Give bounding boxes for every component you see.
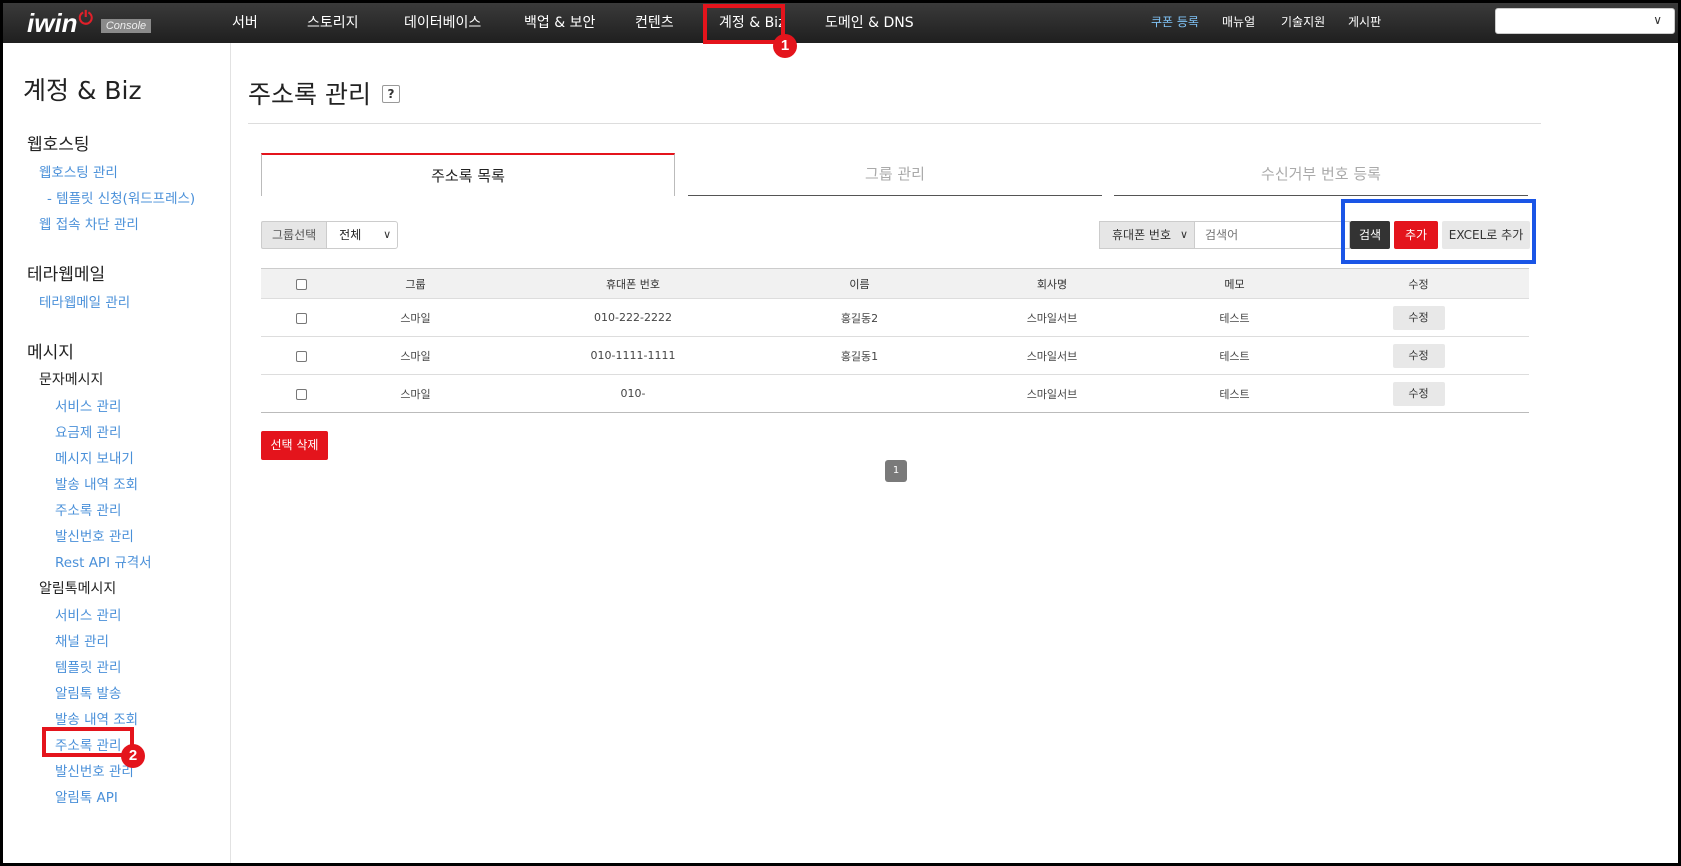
header-name: 이름 xyxy=(776,268,943,299)
highlight-sidebar-addressbook xyxy=(42,727,134,757)
delete-selected-button[interactable]: 선택 삭제 xyxy=(261,431,328,460)
sidebar-item-webhosting-manage[interactable]: 웹호스팅 관리 xyxy=(39,161,118,181)
select-all-checkbox[interactable] xyxy=(295,278,307,290)
nav-storage[interactable]: 스토리지 xyxy=(307,3,359,43)
nav-server[interactable]: 서버 xyxy=(232,3,258,43)
help-icon[interactable]: ? xyxy=(382,85,400,103)
tab-reject-number[interactable]: 수신거부 번호 등록 xyxy=(1114,153,1528,196)
table-row: 스마일 010-1111-1111 홍길동1 스마일서브 테스트 수정 xyxy=(261,336,1529,375)
pagination-page-1[interactable]: 1 xyxy=(885,460,907,482)
header-company: 회사명 xyxy=(943,268,1161,299)
board-link[interactable]: 게시판 xyxy=(1348,3,1381,43)
sidebar-sub-sms: 문자메시지 xyxy=(39,372,104,388)
cell-company: 스마일서브 xyxy=(943,336,1161,375)
sidebar-item-sms-service[interactable]: 서비스 관리 xyxy=(55,395,121,415)
row-checkbox[interactable] xyxy=(295,312,307,324)
group-filter-label: 그룹선택 xyxy=(261,221,327,249)
sidebar-item-alimtalk-channel[interactable]: 채널 관리 xyxy=(55,630,109,650)
table-header-row: 그룹 휴대폰 번호 이름 회사명 메모 수정 xyxy=(261,268,1529,299)
nav-domain-dns[interactable]: 도메인 & DNS xyxy=(825,3,914,43)
cell-company: 스마일서브 xyxy=(943,374,1161,413)
chevron-down-icon: ∨ xyxy=(1653,13,1662,27)
chevron-down-icon: ∨ xyxy=(1179,228,1188,241)
cell-memo: 테스트 xyxy=(1161,374,1308,413)
cell-name xyxy=(776,374,943,413)
select-all-cell xyxy=(261,268,341,299)
sidebar-item-alimtalk-history[interactable]: 발송 내역 조회 xyxy=(55,708,138,728)
group-filter: 그룹선택 전체 ∨ xyxy=(261,221,399,249)
header-memo: 메모 xyxy=(1161,268,1308,299)
sidebar-item-sms-send[interactable]: 메시지 보내기 xyxy=(55,447,134,467)
table-row: 스마일 010- 스마일서브 테스트 수정 xyxy=(261,374,1529,413)
sidebar-heading-terramail: 테라웹메일 xyxy=(27,265,106,285)
group-filter-value: 전체 xyxy=(339,228,362,242)
cell-group: 스마일 xyxy=(341,336,490,375)
top-navigation-bar: iwin ⏻ Console 서버 스토리지 데이터베이스 백업 & 보안 컨텐… xyxy=(3,3,1678,43)
sidebar-item-sms-history[interactable]: 발송 내역 조회 xyxy=(55,473,138,493)
search-field-select[interactable]: 휴대폰 번호 ∨ xyxy=(1099,221,1195,249)
nav-backup-security[interactable]: 백업 & 보안 xyxy=(524,3,595,43)
app-frame: iwin ⏻ Console 서버 스토리지 데이터베이스 백업 & 보안 컨텐… xyxy=(3,3,1678,863)
coupon-register-link[interactable]: 쿠폰 등록 xyxy=(1151,3,1199,43)
tab-group-manage[interactable]: 그룹 관리 xyxy=(688,153,1102,196)
edit-button[interactable]: 수정 xyxy=(1392,381,1445,406)
table-row: 스마일 010-222-2222 홍길동2 스마일서브 테스트 수정 xyxy=(261,298,1529,337)
cell-phone: 010- xyxy=(490,374,776,413)
row-checkbox[interactable] xyxy=(295,350,307,362)
edit-button[interactable]: 수정 xyxy=(1392,305,1445,330)
row-checkbox[interactable] xyxy=(295,388,307,400)
cell-company: 스마일서브 xyxy=(943,298,1161,337)
manual-link[interactable]: 매뉴얼 xyxy=(1222,3,1255,43)
header-group: 그룹 xyxy=(341,268,490,299)
sidebar-item-sms-plan[interactable]: 요금제 관리 xyxy=(55,421,121,441)
highlight-action-buttons xyxy=(1341,199,1536,264)
logo-text: iwin xyxy=(27,7,78,38)
main-content: 주소록 관리 ? 주소록 목록 그룹 관리 수신거부 번호 등록 그룹선택 전체… xyxy=(232,43,1678,863)
console-badge: Console xyxy=(100,19,152,33)
sidebar-item-terramail-manage[interactable]: 테라웹메일 관리 xyxy=(39,291,130,311)
group-filter-select[interactable]: 전체 ∨ xyxy=(326,221,399,249)
sidebar-item-web-access-block[interactable]: 웹 접속 차단 관리 xyxy=(39,213,139,233)
sidebar-item-sms-rest-api[interactable]: Rest API 규격서 xyxy=(55,551,152,571)
sidebar-item-template-request[interactable]: - 템플릿 신청(워드프레스) xyxy=(47,187,195,207)
edit-button[interactable]: 수정 xyxy=(1392,343,1445,368)
brand-logo[interactable]: iwin ⏻ Console xyxy=(27,7,152,39)
logo-power-icon: ⏻ xyxy=(78,7,93,29)
account-select[interactable]: ∨ xyxy=(1495,8,1675,34)
page-title: 주소록 관리 xyxy=(248,80,371,109)
cell-name: 홍길동1 xyxy=(776,336,943,375)
header-edit: 수정 xyxy=(1308,268,1529,299)
step-2-badge: 2 xyxy=(121,744,145,768)
cell-memo: 테스트 xyxy=(1161,298,1308,337)
sidebar-title: 계정 & Biz xyxy=(23,76,142,105)
cell-memo: 테스트 xyxy=(1161,336,1308,375)
tab-address-list[interactable]: 주소록 목록 xyxy=(261,153,675,196)
sidebar-sub-alimtalk: 알림톡메시지 xyxy=(39,581,117,597)
highlight-nav-account-biz xyxy=(703,4,785,44)
cell-phone: 010-1111-1111 xyxy=(490,336,776,375)
tech-support-link[interactable]: 기술지원 xyxy=(1281,3,1325,43)
search-input[interactable] xyxy=(1195,221,1350,249)
cell-group: 스마일 xyxy=(341,298,490,337)
nav-database[interactable]: 데이터베이스 xyxy=(404,3,481,43)
sidebar-item-alimtalk-sender-number[interactable]: 발신번호 관리 xyxy=(55,760,134,780)
sidebar-item-alimtalk-api[interactable]: 알림톡 API xyxy=(55,786,118,806)
sidebar-heading-message: 메시지 xyxy=(27,343,74,363)
chevron-down-icon: ∨ xyxy=(383,228,392,241)
cell-name: 홍길동2 xyxy=(776,298,943,337)
cell-phone: 010-222-2222 xyxy=(490,298,776,337)
sidebar-item-alimtalk-send[interactable]: 알림톡 발송 xyxy=(55,682,121,702)
search-field-value: 휴대폰 번호 xyxy=(1112,228,1172,242)
nav-contents[interactable]: 컨텐츠 xyxy=(635,3,674,43)
cell-group: 스마일 xyxy=(341,374,490,413)
sidebar-item-alimtalk-template[interactable]: 템플릿 관리 xyxy=(55,656,121,676)
sidebar-heading-webhosting: 웹호스팅 xyxy=(27,135,90,155)
title-divider xyxy=(248,123,1541,124)
address-table: 그룹 휴대폰 번호 이름 회사명 메모 수정 스마일 010-222-2222 … xyxy=(261,268,1529,413)
sidebar-item-sms-addressbook[interactable]: 주소록 관리 xyxy=(55,499,121,519)
sidebar-item-alimtalk-service[interactable]: 서비스 관리 xyxy=(55,604,121,624)
sidebar-item-sms-sender-number[interactable]: 발신번호 관리 xyxy=(55,525,134,545)
header-phone: 휴대폰 번호 xyxy=(490,268,776,299)
